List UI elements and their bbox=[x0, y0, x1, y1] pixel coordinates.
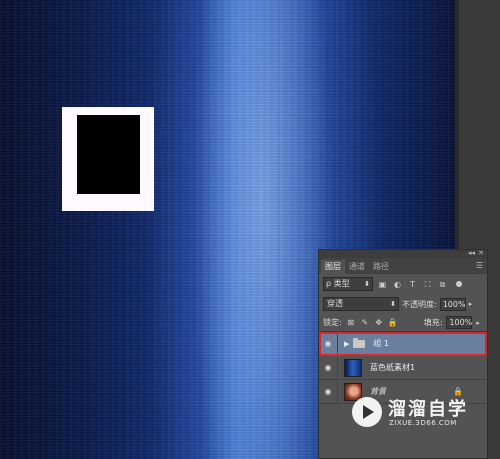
tab-channels[interactable]: 通道 bbox=[345, 260, 369, 274]
layer-row-group[interactable]: ◉ ▶ 组 1 bbox=[319, 331, 487, 356]
watermark-subtitle: ZIXUE.3D66.COM bbox=[389, 419, 457, 427]
divider bbox=[337, 355, 338, 380]
opacity-input[interactable]: 100% bbox=[439, 297, 466, 311]
close-icon[interactable]: ✕ bbox=[478, 249, 484, 257]
type-filter-icon[interactable]: T bbox=[407, 279, 418, 290]
visibility-eye-icon[interactable]: ◉ bbox=[319, 339, 337, 348]
chevron-down-icon: ⬍ bbox=[390, 300, 396, 308]
shape-filter-icon[interactable]: ⛶ bbox=[422, 279, 433, 290]
layer-name: 组 1 bbox=[373, 339, 390, 348]
filter-row: ρ 类型 ⬍ ▣ ◐ T ⛶ ⧉ bbox=[319, 274, 487, 294]
folder-icon bbox=[353, 337, 366, 348]
layer-thumbnail bbox=[344, 358, 362, 377]
layer-name: 蓝色纸素材1 bbox=[370, 363, 416, 372]
tab-paths[interactable]: 路径 bbox=[369, 260, 393, 274]
filter-type-label: ρ 类型 bbox=[326, 279, 350, 288]
panel-tabs: 图层 通道 路径 ☰ bbox=[319, 258, 487, 274]
lock-row: 锁定: ⊠ ✎ ✥ 🔒 填充: 100% ▸ bbox=[319, 314, 487, 332]
lock-label: 锁定: bbox=[323, 318, 342, 327]
fill-label: 填充: bbox=[423, 318, 443, 327]
divider bbox=[337, 379, 338, 404]
blend-row: 穿透 ⬍ 不透明度: 100% ▸ bbox=[319, 294, 487, 314]
layer-row-blue-texture[interactable]: ◉ 蓝色纸素材1 bbox=[319, 355, 487, 380]
chevron-down-icon: ⬍ bbox=[364, 280, 370, 288]
panel-titlebar[interactable]: ◂◂ ✕ bbox=[319, 249, 487, 258]
collapse-icon[interactable]: ◂◂ bbox=[468, 249, 475, 257]
panel-menu-icon[interactable]: ☰ bbox=[476, 261, 483, 270]
filter-type-select[interactable]: ρ 类型 ⬍ bbox=[323, 277, 373, 291]
lock-transparency-icon[interactable]: ⊠ bbox=[346, 318, 356, 328]
watermark-title: 溜溜自学 bbox=[388, 399, 468, 420]
fill-input[interactable]: 100% bbox=[446, 316, 473, 329]
opacity-slider-icon[interactable]: ▸ bbox=[469, 300, 473, 308]
smart-object-filter-icon[interactable]: ⧉ bbox=[437, 279, 448, 290]
tab-layers[interactable]: 图层 bbox=[321, 260, 345, 274]
lock-all-icon[interactable]: 🔒 bbox=[388, 318, 398, 328]
filter-toggle-icon[interactable] bbox=[456, 281, 462, 287]
divider bbox=[337, 331, 338, 356]
lock-pixels-icon[interactable]: ✎ bbox=[360, 318, 370, 328]
lock-position-icon[interactable]: ✥ bbox=[374, 318, 384, 328]
blend-mode-select[interactable]: 穿透 ⬍ bbox=[323, 297, 399, 311]
pixel-filter-icon[interactable]: ▣ bbox=[377, 279, 388, 290]
opacity-label: 不透明度: bbox=[402, 299, 437, 309]
photo-frame-shape bbox=[62, 107, 154, 211]
blend-mode-value: 穿透 bbox=[327, 299, 343, 308]
adjustment-filter-icon[interactable]: ◐ bbox=[392, 279, 403, 290]
photo-placeholder bbox=[77, 115, 140, 194]
watermark-logo: 溜溜自学 ZIXUE.3D66.COM bbox=[352, 393, 472, 433]
play-triangle-icon bbox=[363, 405, 374, 419]
visibility-eye-icon[interactable]: ◉ bbox=[319, 363, 337, 372]
fill-slider-icon[interactable]: ▸ bbox=[476, 319, 480, 327]
expand-caret-icon[interactable]: ▶ bbox=[344, 340, 349, 348]
visibility-eye-icon[interactable]: ◉ bbox=[319, 387, 337, 396]
